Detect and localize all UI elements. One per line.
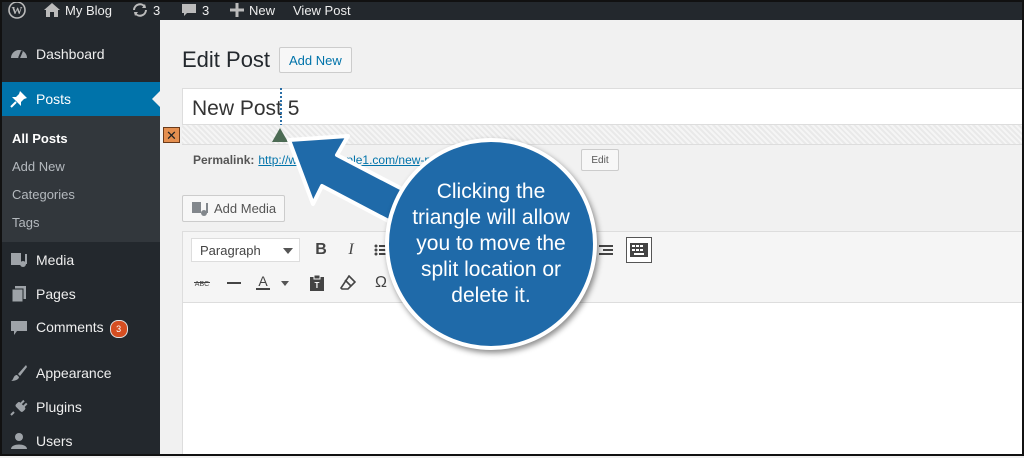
submenu-add-new[interactable]: Add New xyxy=(12,159,65,174)
callout-bubble: Clicking the triangle will allow you to … xyxy=(385,138,597,350)
comment-bubble-icon xyxy=(182,4,196,16)
text-color-icon: A xyxy=(256,274,289,290)
sidebar-label-appearance: Appearance xyxy=(36,365,112,381)
sidebar-label-plugins: Plugins xyxy=(36,399,82,415)
page-title: Edit Post xyxy=(182,47,271,72)
new-content-link[interactable]: New xyxy=(230,0,275,20)
editor-toolbar: Paragraph B I ABC A T Ω xyxy=(183,232,1023,303)
horizontal-line-button[interactable] xyxy=(221,270,247,296)
horizontal-line-icon xyxy=(227,282,241,284)
add-media-label: Add Media xyxy=(214,201,277,216)
strikethrough-button[interactable]: ABC xyxy=(189,270,215,296)
paragraph-format-select[interactable]: Paragraph xyxy=(191,238,300,262)
comments-link[interactable]: 3 xyxy=(181,0,209,20)
pages-icon xyxy=(10,285,28,303)
posts-submenu: All Posts Add New Categories Tags xyxy=(0,116,160,242)
split-handle-strip xyxy=(182,125,1024,145)
updates-link[interactable]: 3 xyxy=(132,0,160,20)
delete-split-button[interactable]: ✕ xyxy=(163,127,180,143)
new-label: New xyxy=(249,2,276,18)
add-new-button[interactable]: Add New xyxy=(279,47,352,73)
comments-icon xyxy=(10,319,28,337)
text-color-button[interactable]: A xyxy=(253,270,293,296)
updates-icon xyxy=(133,3,147,17)
sidebar-item-media[interactable]: Media xyxy=(0,243,160,277)
paintbrush-icon xyxy=(10,364,28,382)
toolbar-toggle-button[interactable] xyxy=(626,237,652,263)
pushpin-icon xyxy=(10,90,28,108)
plus-icon xyxy=(230,3,244,17)
svg-text:W: W xyxy=(12,5,23,17)
bold-button[interactable]: B xyxy=(308,237,334,263)
format-select-value: Paragraph xyxy=(200,242,261,258)
admin-bar: W My Blog 3 3 New View Post xyxy=(0,0,1024,20)
wordpress-logo-icon[interactable]: W xyxy=(8,0,26,20)
svg-text:A: A xyxy=(258,274,268,289)
eraser-icon xyxy=(340,275,356,290)
sidebar-item-appearance[interactable]: Appearance xyxy=(0,356,160,390)
split-location-line xyxy=(280,88,282,126)
sidebar-label-media: Media xyxy=(36,252,75,268)
add-media-button[interactable]: Add Media xyxy=(182,195,285,222)
post-editor: Paragraph B I ABC A T Ω xyxy=(182,231,1024,456)
submenu-all-posts[interactable]: All Posts xyxy=(12,131,68,146)
sidebar-item-plugins[interactable]: Plugins xyxy=(0,390,160,424)
post-title-input[interactable]: New Post 5 xyxy=(182,88,1024,125)
media-icon xyxy=(192,201,208,216)
sidebar-label-pages: Pages xyxy=(36,286,76,302)
clipboard-icon: T xyxy=(310,275,324,291)
sidebar-item-users[interactable]: Users xyxy=(0,424,160,458)
close-x-icon: ✕ xyxy=(166,127,177,143)
clear-formatting-button[interactable] xyxy=(335,270,361,296)
permalink-label: Permalink: xyxy=(193,153,255,167)
home-icon xyxy=(44,3,60,17)
keyboard-icon xyxy=(630,243,648,257)
site-name-label: My Blog xyxy=(65,2,112,18)
media-icon xyxy=(10,251,28,269)
strikethrough-icon: ABC xyxy=(194,281,210,288)
comments-label-text: Comments xyxy=(36,318,104,335)
user-icon xyxy=(10,432,28,450)
updates-count: 3 xyxy=(153,2,161,18)
sidebar-label-users: Users xyxy=(36,433,73,449)
plug-icon xyxy=(10,398,28,416)
admin-sidebar: Dashboard Posts All Posts Add New Catego… xyxy=(0,20,160,456)
permalink-edit-button[interactable]: Edit xyxy=(581,149,619,171)
split-triangle-handle[interactable] xyxy=(272,128,288,142)
comments-count-badge: 3 xyxy=(109,319,128,338)
italic-button[interactable]: I xyxy=(338,237,364,263)
view-post-link[interactable]: View Post xyxy=(293,0,351,20)
view-post-label: View Post xyxy=(293,2,351,18)
sidebar-label-dashboard: Dashboard xyxy=(36,46,105,62)
dashboard-icon xyxy=(10,45,28,63)
callout-text: Clicking the triangle will allow you to … xyxy=(412,180,570,307)
sidebar-item-dashboard[interactable]: Dashboard xyxy=(0,37,160,71)
sidebar-label-posts: Posts xyxy=(36,91,72,107)
post-title-text: New Post 5 xyxy=(192,97,300,120)
align-lines-icon xyxy=(599,245,613,255)
submenu-categories[interactable]: Categories xyxy=(12,187,75,202)
submenu-tags[interactable]: Tags xyxy=(12,215,39,230)
svg-text:T: T xyxy=(315,281,320,290)
sidebar-item-posts[interactable]: Posts xyxy=(0,82,160,116)
sidebar-item-comments[interactable]: Comments 3 xyxy=(0,311,160,345)
chevron-down-icon xyxy=(283,248,293,254)
sidebar-item-pages[interactable]: Pages xyxy=(0,277,160,311)
comments-count: 3 xyxy=(202,2,210,18)
sidebar-label-comments: Comments 3 xyxy=(36,319,128,338)
paste-as-text-button[interactable]: T xyxy=(304,270,330,296)
site-name-link[interactable]: My Blog xyxy=(44,0,112,20)
